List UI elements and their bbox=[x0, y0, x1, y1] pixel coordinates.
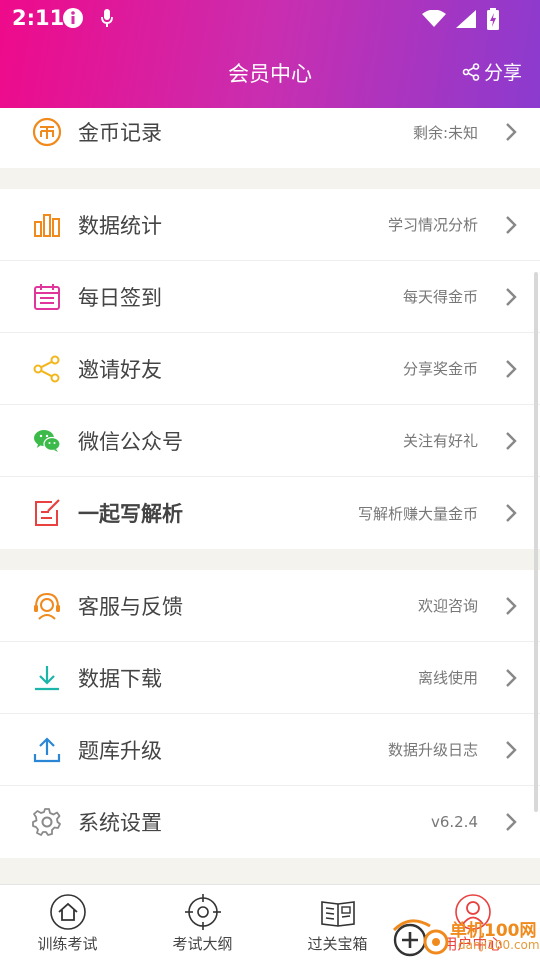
menu-list: 金币记录 剩余:未知 数据统计 学习情况分析 每日签到 每天得金币 邀请好友 分… bbox=[0, 108, 540, 884]
coin-icon bbox=[30, 115, 64, 149]
header: 2:11 会员中心 分享 bbox=[0, 0, 540, 108]
tab-label: 过关宝箱 bbox=[307, 935, 368, 953]
menu-item-write-analysis[interactable]: 一起写解析 写解析赚大量金币 bbox=[0, 477, 540, 549]
menu-item-system-settings[interactable]: 系统设置 v6.2.4 bbox=[0, 786, 540, 858]
tab-treasure-box[interactable]: 过关宝箱 bbox=[270, 885, 405, 960]
info-icon bbox=[63, 8, 83, 28]
menu-item-label: 数据统计 bbox=[78, 213, 162, 238]
tab-training-exam[interactable]: 训练考试 bbox=[0, 885, 135, 960]
menu-item-question-bank-upgrade[interactable]: 题库升级 数据升级日志 bbox=[0, 714, 540, 786]
chevron-right-icon bbox=[506, 740, 517, 759]
share-button[interactable]: 分享 bbox=[462, 58, 522, 85]
chevron-right-icon bbox=[506, 287, 517, 306]
watermark-url: danji100.com bbox=[458, 938, 540, 952]
menu-item-label: 题库升级 bbox=[78, 738, 162, 763]
chevron-right-icon bbox=[506, 504, 517, 522]
signal-icon bbox=[456, 10, 476, 28]
section-divider bbox=[0, 858, 540, 879]
menu-item-label: 微信公众号 bbox=[78, 429, 183, 454]
section-divider bbox=[0, 549, 540, 570]
share-label: 分享 bbox=[483, 62, 522, 84]
edit-icon bbox=[30, 496, 64, 530]
wifi-icon bbox=[422, 10, 446, 27]
menu-item-label: 客服与反馈 bbox=[78, 594, 183, 619]
menu-item-label: 一起写解析 bbox=[78, 502, 183, 526]
tab-label: 训练考试 bbox=[37, 935, 98, 953]
page-title: 会员中心 bbox=[228, 62, 312, 86]
menu-item-subtitle: v6.2.4 bbox=[430, 813, 478, 831]
watermark: 单机100网 danji100.com bbox=[390, 916, 540, 960]
menu-item-statistics[interactable]: 数据统计 学习情况分析 bbox=[0, 189, 540, 261]
menu-item-subtitle: 剩余:未知 bbox=[412, 123, 478, 142]
status-time: 2:11 bbox=[12, 6, 65, 30]
status-bar: 2:11 bbox=[0, 0, 540, 36]
wechat-icon bbox=[30, 424, 64, 458]
headset-icon bbox=[30, 589, 64, 623]
menu-item-support-feedback[interactable]: 客服与反馈 欢迎咨询 bbox=[0, 570, 540, 642]
tab-label: 考试大纲 bbox=[172, 935, 233, 953]
microphone-icon bbox=[101, 9, 113, 27]
title-bar: 会员中心 分享 bbox=[0, 50, 540, 94]
menu-item-subtitle: 写解析赚大量金币 bbox=[357, 504, 478, 523]
section-divider bbox=[0, 168, 540, 189]
group-coins: 金币记录 剩余:未知 bbox=[0, 108, 540, 168]
target-icon bbox=[184, 894, 221, 930]
upload-icon bbox=[30, 733, 64, 767]
download-icon bbox=[30, 661, 64, 695]
menu-item-label: 系统设置 bbox=[78, 811, 162, 835]
chevron-right-icon bbox=[506, 123, 517, 141]
chevron-right-icon bbox=[506, 668, 517, 687]
home-icon bbox=[49, 894, 86, 930]
menu-item-subtitle: 分享奖金币 bbox=[402, 360, 478, 378]
tab-exam-outline[interactable]: 考试大纲 bbox=[135, 885, 270, 960]
chevron-right-icon bbox=[506, 596, 517, 615]
bar-chart-icon bbox=[30, 208, 64, 242]
menu-item-label: 邀请好友 bbox=[78, 357, 162, 382]
menu-item-subtitle: 关注有好礼 bbox=[402, 432, 478, 450]
book-icon bbox=[320, 901, 355, 927]
calendar-icon bbox=[30, 280, 64, 314]
group-features: 数据统计 学习情况分析 每日签到 每天得金币 邀请好友 分享奖金币 微信公众号 … bbox=[0, 189, 540, 549]
menu-item-coin-record[interactable]: 金币记录 剩余:未知 bbox=[0, 108, 540, 168]
gear-icon bbox=[30, 805, 64, 839]
chevron-right-icon bbox=[506, 431, 517, 450]
menu-item-label: 金币记录 bbox=[78, 121, 162, 145]
menu-item-label: 数据下载 bbox=[78, 666, 162, 691]
menu-item-data-download[interactable]: 数据下载 离线使用 bbox=[0, 642, 540, 714]
chevron-right-icon bbox=[506, 359, 517, 378]
menu-item-daily-checkin[interactable]: 每日签到 每天得金币 bbox=[0, 261, 540, 333]
watermark-logo bbox=[392, 919, 449, 957]
menu-item-subtitle: 学习情况分析 bbox=[387, 216, 478, 234]
chevron-right-icon bbox=[506, 215, 517, 234]
menu-item-subtitle: 离线使用 bbox=[417, 669, 478, 687]
menu-item-subtitle: 数据升级日志 bbox=[387, 741, 478, 759]
menu-item-invite-friends[interactable]: 邀请好友 分享奖金币 bbox=[0, 333, 540, 405]
chevron-right-icon bbox=[506, 813, 517, 831]
menu-item-subtitle: 每天得金币 bbox=[402, 288, 478, 306]
share-icon bbox=[462, 62, 480, 81]
share-icon bbox=[30, 352, 64, 386]
menu-item-label: 每日签到 bbox=[78, 285, 162, 310]
group-settings: 客服与反馈 欢迎咨询 数据下载 离线使用 题库升级 数据升级日志 系统设置 v6… bbox=[0, 570, 540, 858]
menu-item-subtitle: 欢迎咨询 bbox=[417, 597, 478, 615]
menu-item-wechat[interactable]: 微信公众号 关注有好礼 bbox=[0, 405, 540, 477]
battery-icon bbox=[487, 8, 499, 30]
scrollbar[interactable] bbox=[534, 272, 538, 812]
